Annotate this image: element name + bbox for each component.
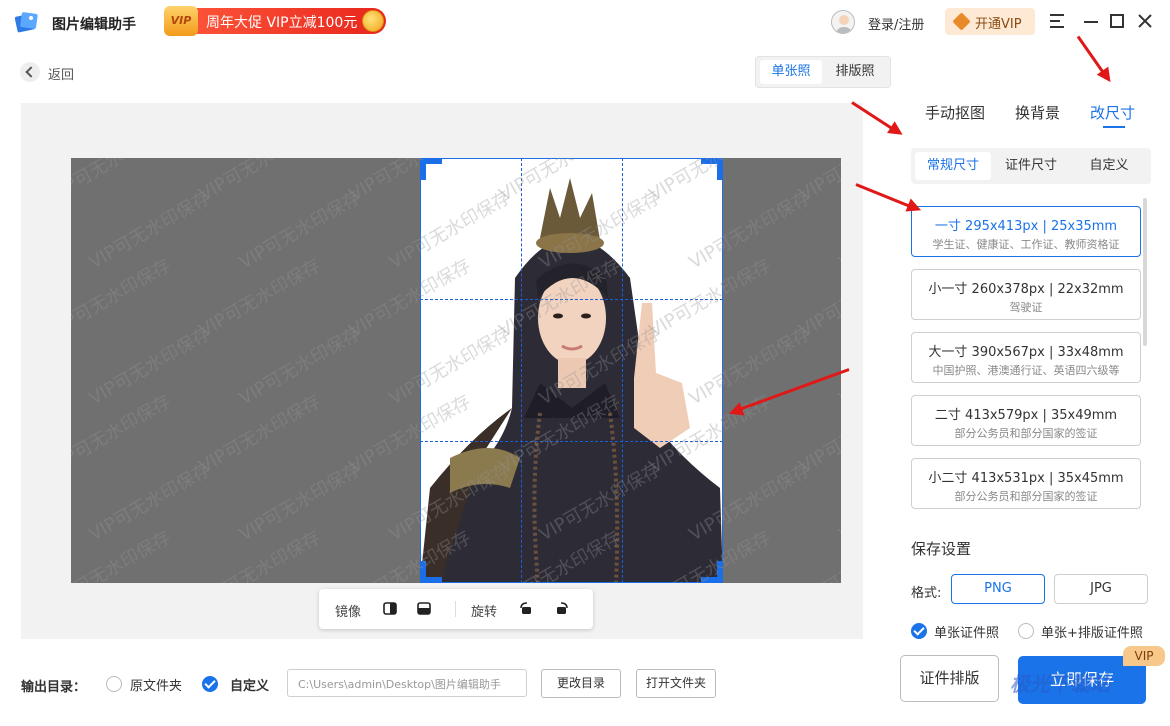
size-category-switch: 常规尺寸 证件尺寸 自定义: [911, 148, 1151, 184]
custom-folder-label: 自定义: [230, 679, 270, 694]
size-option-title: 小二寸 413x531px | 35x45mm: [928, 471, 1124, 486]
watermark-text: VIP可无水印保存: [835, 323, 841, 410]
title-bar: 图片编辑助手 VIP 周年大促 VIP立减100元 登录/注册 开通VIP: [0, 0, 1170, 44]
tab-standard-size[interactable]: 常规尺寸: [915, 152, 991, 180]
size-option-title: 大一寸 390x567px | 33x48mm: [928, 345, 1124, 360]
tab-change-background[interactable]: 换背景: [1015, 102, 1060, 123]
image-toolbar: 镜像 旋转: [319, 589, 593, 629]
open-vip-label: 开通VIP: [975, 17, 1022, 32]
image-stage[interactable]: VIP可无水印保存 VIP可无水印保存 VIP可无水印保存 VIP可无水印保存 VIP可…: [71, 158, 841, 583]
size-option-desc: 部分公务员和部分国家的签证: [954, 427, 1098, 440]
watermark-text: VIP可无水印保存: [71, 391, 175, 478]
rotate-left-icon[interactable]: [519, 602, 533, 615]
close-icon[interactable]: [1134, 10, 1156, 32]
tab-active-indicator: [1103, 126, 1125, 128]
size-option-desc: 驾驶证: [1009, 301, 1043, 314]
tab-manual-cutout[interactable]: 手动抠图: [925, 102, 985, 123]
format-jpg-button[interactable]: JPG: [1054, 574, 1148, 604]
watermark-text: VIP可无水印保存: [71, 527, 175, 583]
mirror-label: 镜像: [335, 605, 362, 620]
size-option[interactable]: 大一寸 390x567px | 33x48mm 中国护照、港澳通行证、英语四六级…: [911, 332, 1141, 383]
site-watermark: 极光下载站: [1010, 672, 1110, 696]
promo-vip-badge: VIP: [164, 6, 198, 36]
annotation-arrow: [855, 183, 918, 211]
promo-banner[interactable]: VIP 周年大促 VIP立减100元: [164, 6, 386, 36]
diamond-icon: [952, 12, 971, 31]
minimize-icon[interactable]: [1080, 10, 1102, 32]
custom-folder-radio[interactable]: [202, 676, 218, 692]
tab-id-size[interactable]: 证件尺寸: [993, 152, 1069, 180]
size-option-desc: 学生证、健康证、工作证、教师资格证: [932, 238, 1120, 251]
original-folder-radio[interactable]: [106, 676, 122, 692]
size-option[interactable]: 二寸 413x579px | 35x49mm 部分公务员和部分国家的签证: [911, 395, 1141, 446]
open-folder-button[interactable]: 打开文件夹: [636, 669, 716, 698]
format-label: 格式:: [911, 586, 942, 601]
rotate-right-icon[interactable]: [555, 602, 569, 615]
output-path-field[interactable]: C:\Users\admin\Desktop\图片编辑助手: [287, 669, 527, 697]
change-dir-button[interactable]: 更改目录: [541, 669, 621, 698]
single-and-layout-radio[interactable]: [1018, 623, 1034, 639]
back-button[interactable]: 返回: [20, 62, 90, 83]
mirror-vertical-icon[interactable]: [417, 602, 431, 615]
size-option[interactable]: 小一寸 260x378px | 22x32mm 驾驶证: [911, 269, 1141, 320]
size-option-title: 一寸 295x413px | 25x35mm: [934, 219, 1118, 234]
single-id-photo-radio[interactable]: [911, 623, 927, 639]
size-list-scrollbar[interactable]: [1143, 198, 1147, 346]
single-and-layout-label: 单张+排版证件照: [1041, 626, 1143, 641]
watermark-text: VIP可无水印保存: [195, 158, 325, 206]
promo-text: 周年大促 VIP立减100元: [206, 15, 358, 31]
original-folder-label: 原文件夹: [130, 679, 183, 694]
size-option-title: 二寸 413x579px | 35x49mm: [934, 408, 1118, 423]
output-dir-label: 输出目录：: [21, 680, 87, 695]
tab-custom-size[interactable]: 自定义: [1071, 152, 1147, 180]
tab-layout-photo[interactable]: 排版照: [824, 60, 886, 84]
coin-icon: [362, 10, 384, 32]
size-option-title: 小一寸 260x378px | 22x32mm: [928, 282, 1124, 297]
id-layout-button[interactable]: 证件排版: [900, 655, 999, 702]
rotate-label: 旋转: [471, 605, 498, 620]
watermark-text: VIP可无水印保存: [71, 255, 175, 342]
app-title: 图片编辑助手: [52, 17, 136, 33]
watermark-text: VIP可无水印保存: [795, 527, 841, 583]
back-label: 返回: [48, 68, 75, 83]
watermark-text: VIP可无水印保存: [71, 158, 175, 206]
app-logo-icon: [14, 10, 40, 34]
open-vip-button[interactable]: 开通VIP: [945, 8, 1035, 35]
tab-single-photo[interactable]: 单张照: [760, 60, 822, 84]
toolbar-divider: [455, 601, 456, 617]
watermark-text: VIP可无水印保存: [835, 459, 841, 546]
size-option-desc: 中国护照、港澳通行证、英语四六级等: [932, 364, 1120, 377]
login-link[interactable]: 登录/注册: [868, 14, 924, 33]
tab-resize[interactable]: 改尺寸: [1090, 102, 1135, 123]
size-option[interactable]: 一寸 295x413px | 25x35mm 学生证、健康证、工作证、教师资格证: [911, 206, 1141, 257]
single-id-photo-label: 单张证件照: [934, 626, 1000, 641]
mode-switch: 单张照 排版照: [755, 56, 891, 88]
maximize-icon[interactable]: [1106, 10, 1128, 32]
watermark-text: VIP可无水印保存: [835, 187, 841, 274]
menu-icon[interactable]: [1047, 10, 1069, 32]
size-option[interactable]: 小二寸 413x531px | 35x45mm 部分公务员和部分国家的签证: [911, 458, 1141, 509]
chevron-left-icon: [20, 62, 40, 82]
mirror-horizontal-icon[interactable]: [383, 602, 397, 615]
format-png-button[interactable]: PNG: [951, 574, 1045, 604]
save-settings-title: 保存设置: [911, 540, 972, 558]
vip-badge: VIP: [1123, 646, 1165, 666]
size-option-desc: 部分公务员和部分国家的签证: [954, 490, 1098, 503]
avatar[interactable]: [831, 10, 855, 34]
